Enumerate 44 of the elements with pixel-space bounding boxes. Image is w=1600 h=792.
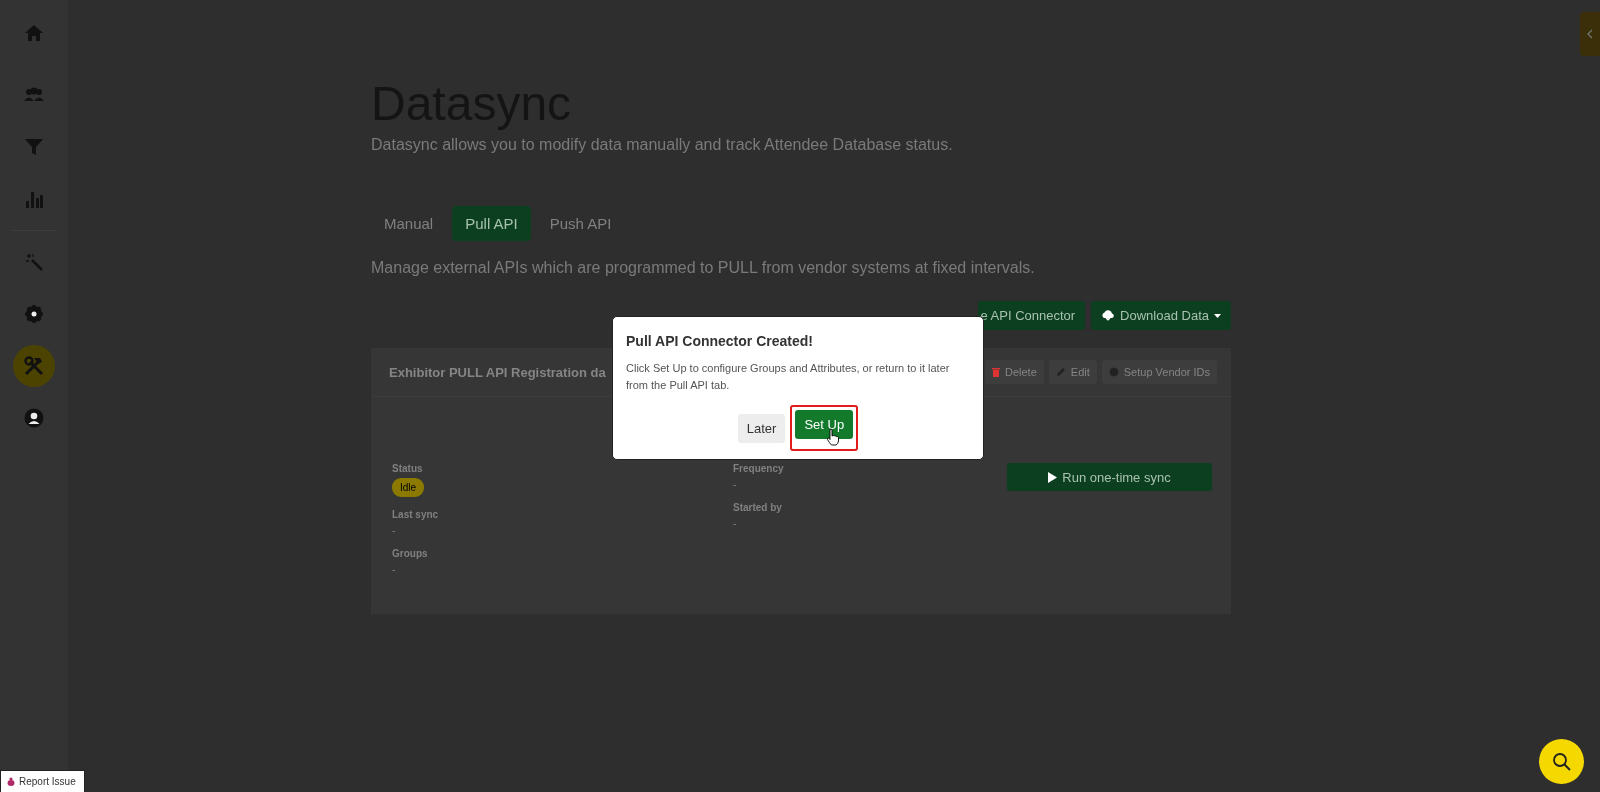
field-label: Started by <box>733 502 782 513</box>
home-icon <box>24 23 44 43</box>
user-icon <box>24 408 44 428</box>
run-sync-button[interactable]: Run one-time sync <box>1007 463 1212 491</box>
tab[interactable]: Manual <box>371 206 447 241</box>
field-label: Status <box>392 463 423 474</box>
setup-button[interactable]: Set Up <box>795 410 854 439</box>
tab[interactable]: Pull API <box>452 206 531 241</box>
pencil-icon <box>1055 367 1066 377</box>
create-connector-button[interactable]: e API Connector <box>978 301 1086 330</box>
tools-nav-button[interactable] <box>13 345 55 387</box>
dialog-message: Click Set Up to configure Groups and Attributes, or return to it later from the Pull API tab. <box>626 361 951 393</box>
connector-title: Exhibitor PULL API Registration da <box>389 364 606 380</box>
field-label: Frequency <box>733 463 784 474</box>
search-icon <box>1551 751 1572 772</box>
page-subtitle: Datasync allows you to modify data manually and track Attendee Database status. <box>371 136 954 154</box>
caret-icon <box>1214 313 1221 318</box>
field-value: - <box>733 479 737 490</box>
report-issue-button[interactable]: Report Issue <box>0 770 85 792</box>
chevron-left-icon <box>1587 29 1593 39</box>
download-data-button[interactable]: Download Data <box>1091 301 1231 330</box>
people-icon <box>23 87 45 103</box>
field-label: Groups <box>392 548 428 559</box>
hammer-wrench-icon <box>23 355 45 377</box>
bar-chart-icon <box>25 190 43 208</box>
field-value: - <box>392 564 396 575</box>
tab[interactable]: Push API <box>536 206 625 241</box>
bug-icon <box>7 777 15 786</box>
settings-icon <box>24 304 44 324</box>
cloud-download-icon <box>1101 310 1116 321</box>
settings-icon <box>1108 367 1119 377</box>
collapse-tab[interactable] <box>1580 12 1600 56</box>
later-button[interactable]: Later <box>737 413 786 443</box>
search-button[interactable] <box>1539 739 1584 784</box>
dialog-title: Pull API Connector Created! <box>626 333 814 349</box>
field-value: - <box>392 525 396 536</box>
tab-description: Manage external APIs which are programmed to PULL from vendor systems at fixed intervals. <box>371 259 1036 277</box>
field-label: Last sync <box>392 509 439 520</box>
magic-wand-icon <box>25 253 43 271</box>
trash-icon <box>992 367 1000 377</box>
filter-icon <box>24 137 44 157</box>
field-value: - <box>733 518 737 529</box>
play-icon <box>1048 471 1058 483</box>
status-badge: Idle <box>392 478 425 497</box>
